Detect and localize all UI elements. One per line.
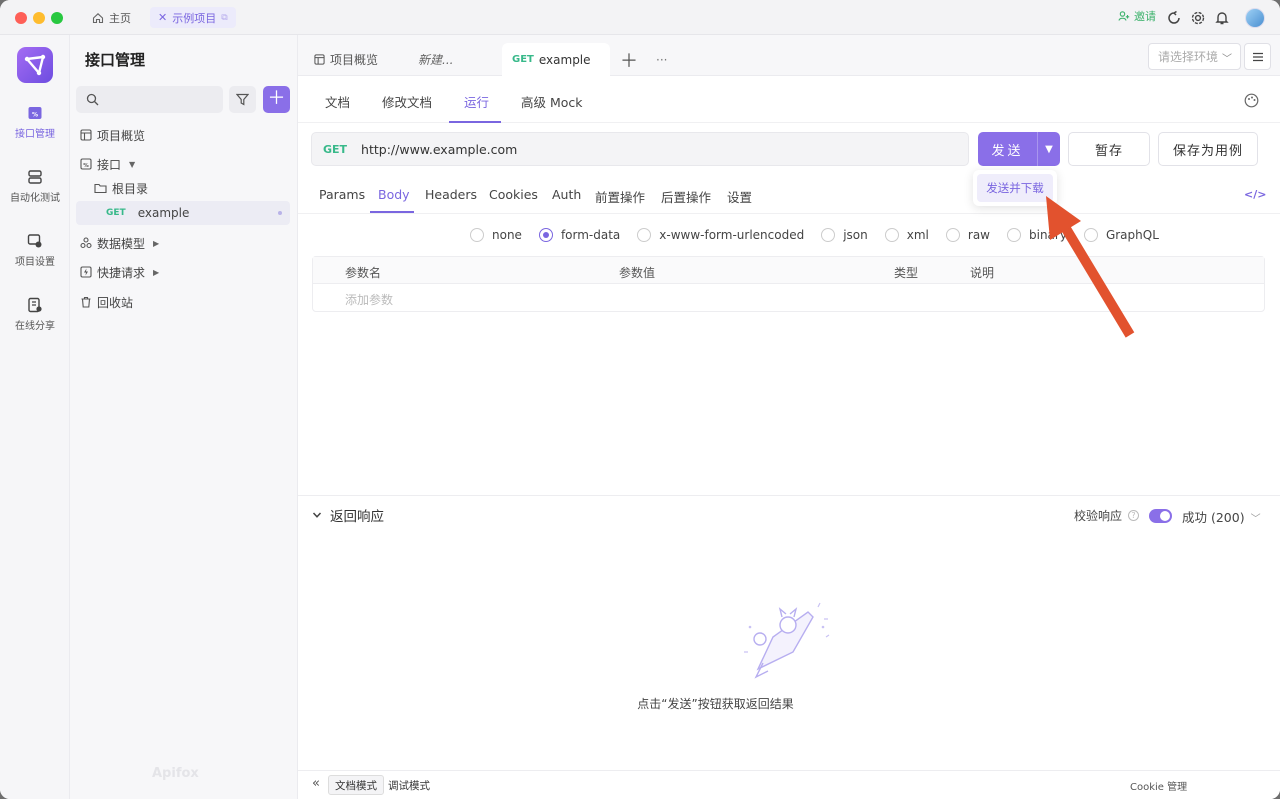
annotation-arrow [1046,196,1135,338]
app-window: 主页 ✕ 示例项目 ⧉ 邀请 % 接口管理 自动化测试 项目设置 在线分享 接口… [0,0,1280,799]
